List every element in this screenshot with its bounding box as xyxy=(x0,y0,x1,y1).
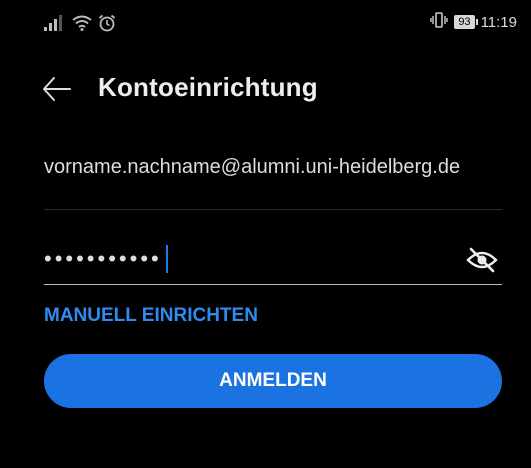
eye-off-icon xyxy=(466,247,498,273)
manual-setup-link[interactable]: MANUELL EINRICHTEN xyxy=(44,305,258,327)
password-value: ••••••••••• xyxy=(44,246,162,271)
app-bar: Kontoeinrichtung xyxy=(0,62,531,112)
toggle-password-visibility-button[interactable] xyxy=(466,246,498,274)
password-underline xyxy=(44,284,502,285)
battery-icon: 93 xyxy=(454,15,478,29)
email-field[interactable]: vorname.nachname@alumni.uni-heidelberg.d… xyxy=(44,152,502,182)
status-bar: 93 11:19 xyxy=(0,0,531,50)
page-title: Kontoeinrichtung xyxy=(98,72,318,102)
alarm-icon xyxy=(98,14,116,37)
arrow-left-icon xyxy=(43,77,71,101)
status-right: 93 11:19 xyxy=(430,12,517,32)
signal-icon xyxy=(44,15,66,36)
password-field[interactable]: ••••••••••• xyxy=(44,242,464,276)
vibrate-icon xyxy=(430,12,449,32)
text-caret xyxy=(165,245,168,273)
status-time: 11:19 xyxy=(480,13,517,31)
wifi-icon xyxy=(72,15,92,36)
status-left xyxy=(44,14,116,37)
login-button[interactable]: ANMELDEN xyxy=(44,354,502,408)
back-button[interactable] xyxy=(40,72,74,106)
email-underline xyxy=(44,209,502,210)
